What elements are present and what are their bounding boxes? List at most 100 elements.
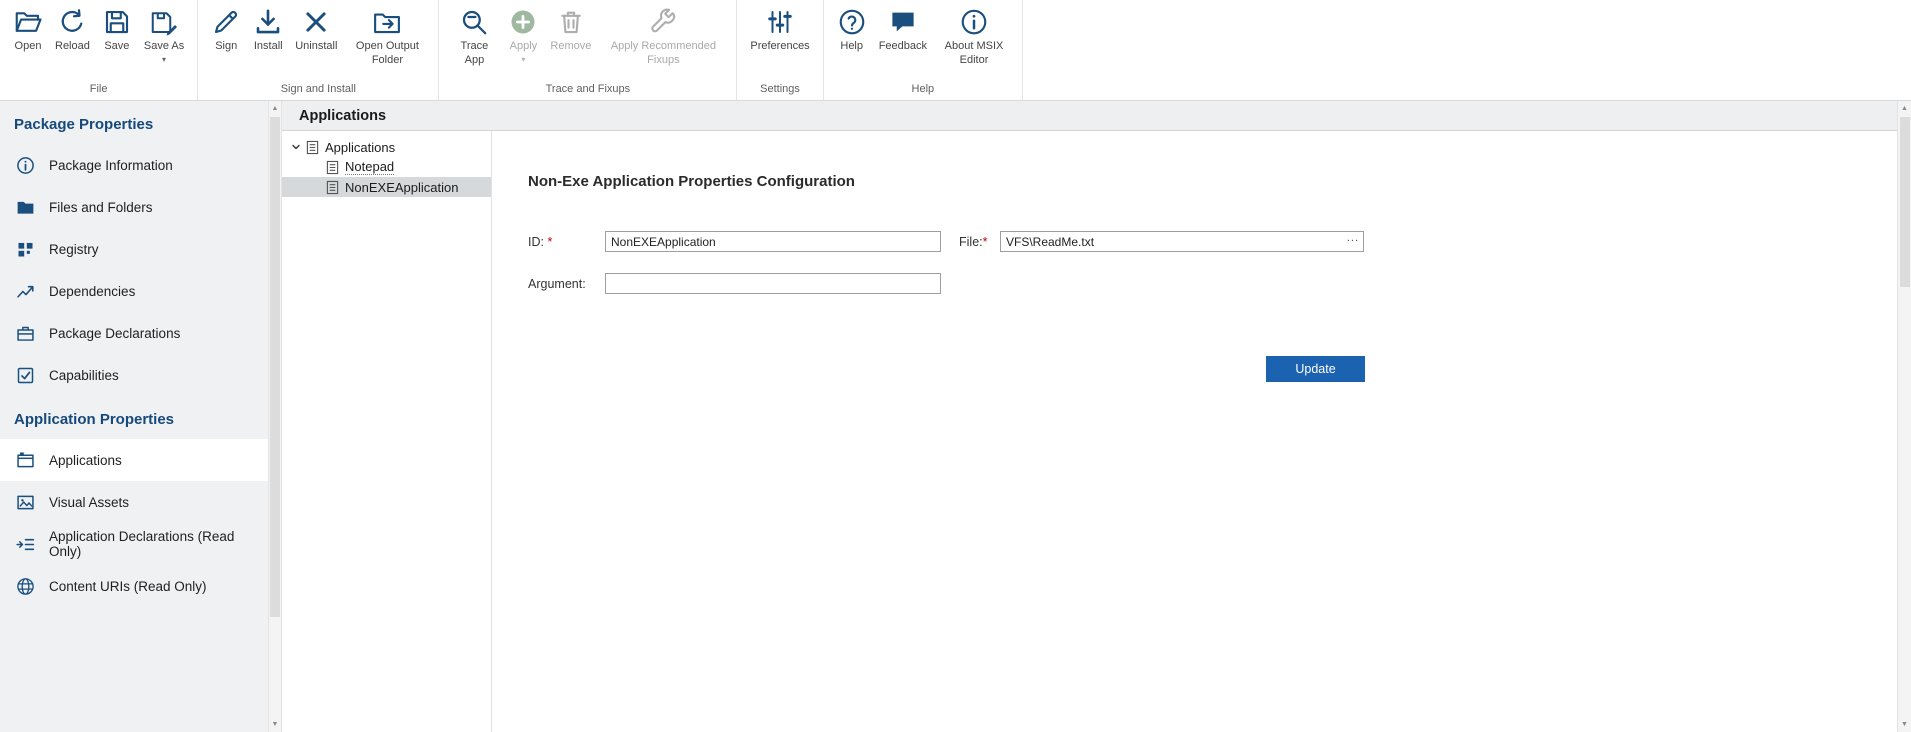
remove-fixup-button: Remove: [544, 5, 597, 54]
main-panel: Applications Applications: [282, 101, 1897, 732]
argument-input[interactable]: [605, 273, 941, 294]
reload-button[interactable]: Reload: [49, 5, 96, 54]
file-input[interactable]: [1000, 231, 1364, 252]
applications-tree: Applications Notepad NonEXEApplication: [282, 131, 492, 732]
about-msix-editor-button[interactable]: About MSIX Editor: [933, 5, 1015, 68]
scrollbar-thumb[interactable]: [1900, 117, 1910, 287]
uninstall-button-label: Uninstall: [295, 40, 337, 54]
feedback-bubble-icon: [888, 7, 918, 37]
sidebar-item-capabilities[interactable]: Capabilities: [0, 354, 268, 396]
scrollbar-up-arrow-icon[interactable]: ▲: [269, 101, 281, 116]
application-properties-form: Non-Exe Application Properties Configura…: [492, 131, 1897, 732]
sidebar-item-label: Registry: [49, 242, 99, 257]
sign-button-label: Sign: [215, 40, 237, 54]
sidebar-item-label: Application Declarations (Read Only): [49, 529, 268, 559]
page-title: Applications: [282, 101, 1897, 131]
remove-fixup-button-label: Remove: [550, 40, 591, 54]
install-button[interactable]: Install: [247, 5, 289, 54]
sign-pencil-icon: [211, 7, 241, 37]
sidebar-item-dependencies[interactable]: Dependencies: [0, 270, 268, 312]
applications-window-icon: [15, 450, 36, 471]
argument-label: Argument:: [528, 277, 605, 291]
id-label: ID: *: [528, 235, 605, 249]
toolbar-group-label-trace-and-fixups: Trace and Fixups: [446, 80, 729, 100]
uninstall-button[interactable]: Uninstall: [289, 5, 343, 54]
apply-dropdown-caret-icon: ▾: [521, 56, 525, 64]
save-as-button-label: Save As: [144, 40, 184, 54]
scrollbar-track[interactable]: [269, 116, 281, 717]
sidebar-item-label: Files and Folders: [49, 200, 153, 215]
sidebar-item-application-declarations[interactable]: Application Declarations (Read Only): [0, 523, 268, 565]
sidebar-scrollbar[interactable]: ▲ ▼: [268, 101, 282, 732]
apply-plus-icon: [508, 7, 538, 37]
registry-icon: [15, 239, 36, 260]
tree-item-applications-root[interactable]: Applications: [282, 137, 491, 157]
trace-app-button[interactable]: Trace App: [446, 5, 502, 68]
scrollbar-thumb[interactable]: [270, 117, 280, 617]
toolbar-group-help: Help Feedback About MSIX Editor Help: [824, 0, 1023, 100]
about-info-icon: [959, 7, 989, 37]
tree-item-nonexeapplication[interactable]: NonEXEApplication: [282, 177, 491, 197]
apply-recommended-fixups-button: Apply Recommended Fixups: [597, 5, 729, 68]
id-input[interactable]: [605, 231, 941, 252]
sidebar-item-applications[interactable]: Applications: [0, 439, 268, 481]
scrollbar-track[interactable]: [1898, 116, 1911, 717]
toolbar-group-trace-and-fixups: Trace App Apply ▾ Remove: [439, 0, 737, 100]
scrollbar-down-arrow-icon[interactable]: ▼: [269, 717, 281, 732]
sidebar-item-visual-assets[interactable]: Visual Assets: [0, 481, 268, 523]
trace-app-magnifier-icon: [459, 7, 489, 37]
feedback-button-label: Feedback: [879, 40, 927, 54]
reload-button-label: Reload: [55, 40, 90, 54]
update-button[interactable]: Update: [1266, 356, 1365, 382]
tree-item-notepad[interactable]: Notepad: [282, 157, 491, 177]
sidebar-section-package-properties: Package Properties: [0, 101, 268, 144]
toolbar-group-label-file: File: [7, 80, 190, 100]
sidebar-item-package-information[interactable]: Package Information: [0, 144, 268, 186]
scrollbar-down-arrow-icon[interactable]: ▼: [1898, 717, 1911, 732]
open-button[interactable]: Open: [7, 5, 49, 54]
checkbox-icon: [15, 365, 36, 386]
folder-icon: [15, 197, 36, 218]
open-output-folder-button[interactable]: Open Output Folder: [343, 5, 431, 68]
tree-item-label: Notepad: [345, 159, 394, 175]
toolbar-group-label-help: Help: [831, 80, 1015, 100]
save-as-dropdown-caret-icon[interactable]: ▾: [162, 56, 166, 64]
chevron-down-icon[interactable]: [288, 142, 304, 152]
image-icon: [15, 492, 36, 513]
sidebar-item-content-uris[interactable]: Content URIs (Read Only): [0, 565, 268, 607]
sidebar-item-label: Visual Assets: [49, 495, 129, 510]
info-icon: [15, 155, 36, 176]
sign-button[interactable]: Sign: [205, 5, 247, 54]
dependencies-icon: [15, 281, 36, 302]
install-button-label: Install: [254, 40, 283, 54]
feedback-button[interactable]: Feedback: [873, 5, 933, 54]
sidebar-item-label: Package Information: [49, 158, 173, 173]
help-button[interactable]: Help: [831, 5, 873, 54]
preferences-button[interactable]: Preferences: [744, 5, 815, 54]
install-arrow-icon: [253, 7, 283, 37]
sidebar-item-package-declarations[interactable]: Package Declarations: [0, 312, 268, 354]
fixups-wrench-icon: [648, 7, 678, 37]
sidebar-item-files-and-folders[interactable]: Files and Folders: [0, 186, 268, 228]
save-as-button[interactable]: Save As ▾: [138, 5, 190, 64]
apply-fixup-button: Apply ▾: [502, 5, 544, 64]
open-icon: [13, 7, 43, 37]
help-button-label: Help: [840, 40, 863, 54]
preferences-button-label: Preferences: [750, 40, 809, 54]
save-button[interactable]: Save: [96, 5, 138, 54]
navigation-sidebar: Package Properties Package Information F…: [0, 101, 268, 732]
toolbar-group-file: Open Reload Save: [0, 0, 198, 100]
sidebar-item-registry[interactable]: Registry: [0, 228, 268, 270]
save-button-label: Save: [104, 40, 129, 54]
browse-file-button[interactable]: ...: [1347, 232, 1359, 244]
toolbar-group-settings: Preferences Settings: [737, 0, 823, 100]
ribbon-toolbar: Open Reload Save: [0, 0, 1911, 101]
sidebar-item-label: Applications: [49, 453, 122, 468]
main-scrollbar[interactable]: ▲ ▼: [1897, 101, 1911, 732]
sidebar-item-label: Package Declarations: [49, 326, 180, 341]
scrollbar-up-arrow-icon[interactable]: ▲: [1898, 101, 1911, 116]
toolbar-group-sign-and-install: Sign Install Uninstall: [198, 0, 439, 100]
tree-item-label: Applications: [325, 140, 395, 155]
list-arrow-icon: [15, 534, 36, 555]
apply-fixup-button-label: Apply: [510, 40, 538, 54]
